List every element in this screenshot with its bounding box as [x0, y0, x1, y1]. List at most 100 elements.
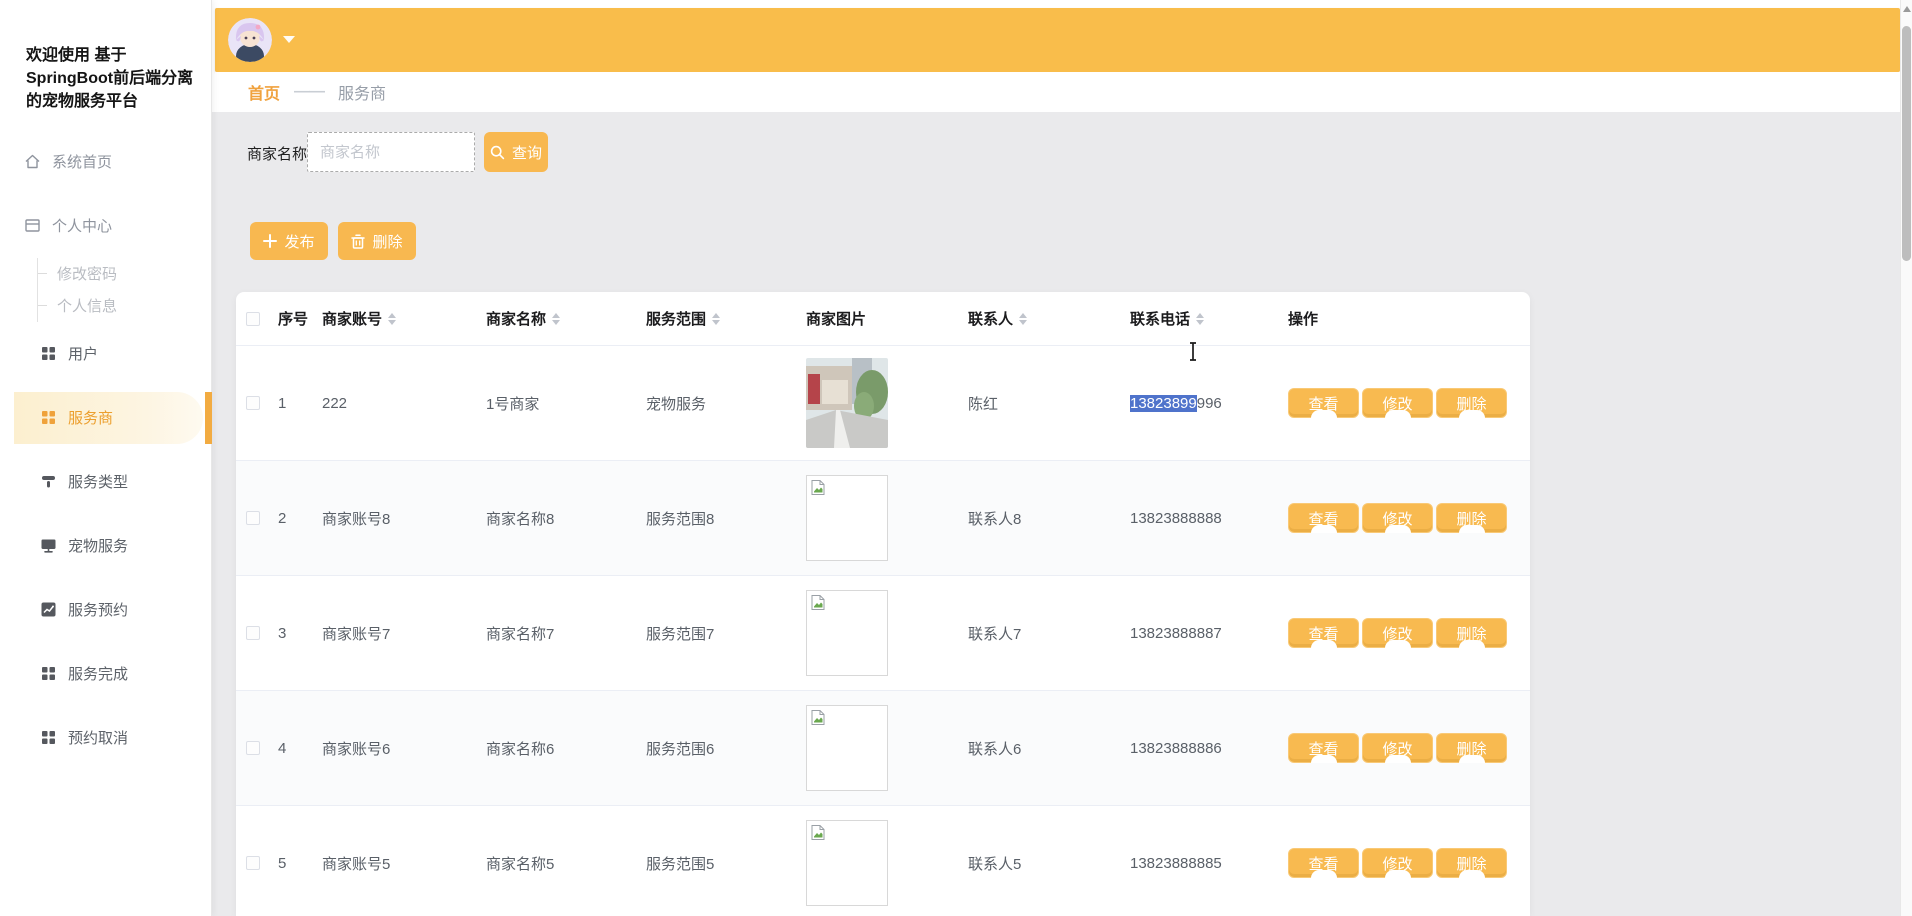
row-checkbox[interactable] — [246, 741, 260, 755]
cell-scope: 服务范围6 — [644, 738, 804, 759]
broken-image-icon — [810, 709, 827, 726]
header-cell-1[interactable]: 商家账号 — [320, 308, 484, 329]
sidebar-item-5[interactable]: 宠物服务 — [0, 514, 211, 578]
avatar[interactable] — [228, 18, 272, 62]
sidebar-menu: 系统首页个人中心修改密码个人信息用户服务商服务类型宠物服务服务预约服务完成预约取… — [0, 130, 211, 770]
row-checkbox[interactable] — [246, 396, 260, 410]
sidebar-item-0[interactable]: 系统首页 — [0, 130, 211, 194]
cell-scope: 服务范围7 — [644, 623, 804, 644]
sidebar-item-2[interactable]: 用户 — [0, 322, 211, 386]
sidebar-item-label: 服务类型 — [68, 471, 128, 492]
row-no: 3 — [278, 625, 286, 642]
cell-no: 5 — [276, 855, 320, 872]
sidebar-item-label: 个人中心 — [52, 215, 112, 236]
sidebar-subitem-1[interactable]: 个人信息 — [38, 290, 211, 322]
view-button[interactable]: 查看 — [1288, 848, 1359, 878]
view-button[interactable]: 查看 — [1288, 388, 1359, 418]
grid-icon — [40, 729, 57, 746]
scrollbar-thumb[interactable] — [1902, 26, 1911, 261]
cell-no: 4 — [276, 740, 320, 757]
row-account: 222 — [322, 395, 347, 412]
vertical-scrollbar[interactable] — [1900, 0, 1912, 916]
sort-carets-icon[interactable] — [712, 313, 720, 325]
row-delete-button[interactable]: 删除 — [1436, 503, 1507, 533]
edit-button[interactable]: 修改 — [1362, 733, 1433, 763]
edit-button[interactable]: 修改 — [1362, 848, 1433, 878]
view-button[interactable]: 查看 — [1288, 733, 1359, 763]
header-cell-6[interactable]: 联系电话 — [1128, 308, 1286, 329]
grid-icon — [40, 665, 57, 682]
sort-carets-icon[interactable] — [1019, 313, 1027, 325]
row-checkbox[interactable] — [246, 856, 260, 870]
row-phone: 13823888887 — [1130, 625, 1222, 642]
row-scope: 服务范围5 — [646, 853, 714, 874]
row-contact: 陈红 — [968, 393, 998, 414]
edit-button[interactable]: 修改 — [1362, 503, 1433, 533]
row-delete-button[interactable]: 删除 — [1436, 618, 1507, 648]
table-row-4: 4商家账号6商家名称6服务范围6联系人613823888886查看修改删除 — [236, 690, 1530, 805]
row-name: 商家名称8 — [486, 508, 554, 529]
breadcrumb-current: 服务商 — [338, 80, 386, 104]
row-phone: 13823888885 — [1130, 855, 1222, 872]
sidebar-item-7[interactable]: 服务完成 — [0, 642, 211, 706]
cell-phone: 13823888887 — [1128, 625, 1286, 642]
sidebar-item-4[interactable]: 服务类型 — [0, 450, 211, 514]
sidebar-subitem-0[interactable]: 修改密码 — [38, 258, 211, 290]
search-input[interactable] — [307, 132, 475, 172]
cell-actions: 查看修改删除 — [1286, 503, 1530, 533]
cell-name: 商家名称6 — [484, 738, 644, 759]
view-button[interactable]: 查看 — [1288, 618, 1359, 648]
publish-button[interactable]: 发布 — [250, 222, 328, 260]
select-all-checkbox[interactable] — [246, 312, 260, 326]
edit-button[interactable]: 修改 — [1362, 618, 1433, 648]
table-row-1: 12221号商家宠物服务陈红13823899996查看修改删除 — [236, 345, 1530, 460]
sidebar-item-1[interactable]: 个人中心 — [0, 194, 211, 258]
breadcrumb-separator: —— — [294, 83, 324, 101]
cell-actions: 查看修改删除 — [1286, 388, 1530, 418]
sidebar-item-3[interactable]: 服务商 — [14, 392, 203, 444]
scrollbar-up-arrow-icon[interactable] — [1903, 6, 1911, 12]
query-button[interactable]: 查询 — [484, 132, 548, 172]
cell-phone: 13823888888 — [1128, 510, 1286, 527]
row-delete-button[interactable]: 删除 — [1436, 848, 1507, 878]
row-delete-button[interactable]: 删除 — [1436, 733, 1507, 763]
home-icon — [24, 153, 41, 170]
column-label: 序号 — [278, 308, 308, 329]
cell-contact: 陈红 — [966, 393, 1128, 414]
sidebar-subitem-label: 修改密码 — [57, 263, 117, 284]
column-label: 联系人 — [968, 308, 1013, 329]
merchant-image-broken — [806, 820, 888, 906]
row-checkbox[interactable] — [246, 511, 260, 525]
cell-contact: 联系人6 — [966, 738, 1128, 759]
sidebar-title: 欢迎使用 基于 SpringBoot前后端分离 的宠物服务平台 — [26, 44, 198, 114]
row-contact: 联系人5 — [968, 853, 1021, 874]
row-delete-button[interactable]: 删除 — [1436, 388, 1507, 418]
search-icon — [490, 145, 505, 160]
sidebar-item-label: 宠物服务 — [68, 535, 128, 556]
header-cell-3[interactable]: 服务范围 — [644, 308, 804, 329]
view-button[interactable]: 查看 — [1288, 503, 1359, 533]
cell-image — [804, 705, 966, 791]
merchant-image-broken — [806, 475, 888, 561]
sort-carets-icon[interactable] — [552, 313, 560, 325]
delete-button[interactable]: 删除 — [338, 222, 416, 260]
cell-scope: 服务范围8 — [644, 508, 804, 529]
cell-checkbox — [236, 511, 276, 525]
sidebar-item-8[interactable]: 预约取消 — [0, 706, 211, 770]
header-cell-2[interactable]: 商家名称 — [484, 308, 644, 329]
cell-account: 商家账号5 — [320, 853, 484, 874]
monitor-icon — [40, 537, 57, 554]
sort-carets-icon[interactable] — [388, 313, 396, 325]
cell-checkbox — [236, 741, 276, 755]
header-cell-5[interactable]: 联系人 — [966, 308, 1128, 329]
breadcrumb-home[interactable]: 首页 — [248, 80, 280, 104]
page: 欢迎使用 基于 SpringBoot前后端分离 的宠物服务平台 系统首页个人中心… — [0, 0, 1912, 916]
edit-button[interactable]: 修改 — [1362, 388, 1433, 418]
phone-rest-text: 996 — [1197, 395, 1222, 412]
broken-image-icon — [810, 594, 827, 611]
avatar-dropdown-caret-icon[interactable] — [283, 36, 295, 43]
row-checkbox[interactable] — [246, 626, 260, 640]
sidebar-item-6[interactable]: 服务预约 — [0, 578, 211, 642]
cell-image — [804, 358, 966, 448]
sort-carets-icon[interactable] — [1196, 313, 1204, 325]
